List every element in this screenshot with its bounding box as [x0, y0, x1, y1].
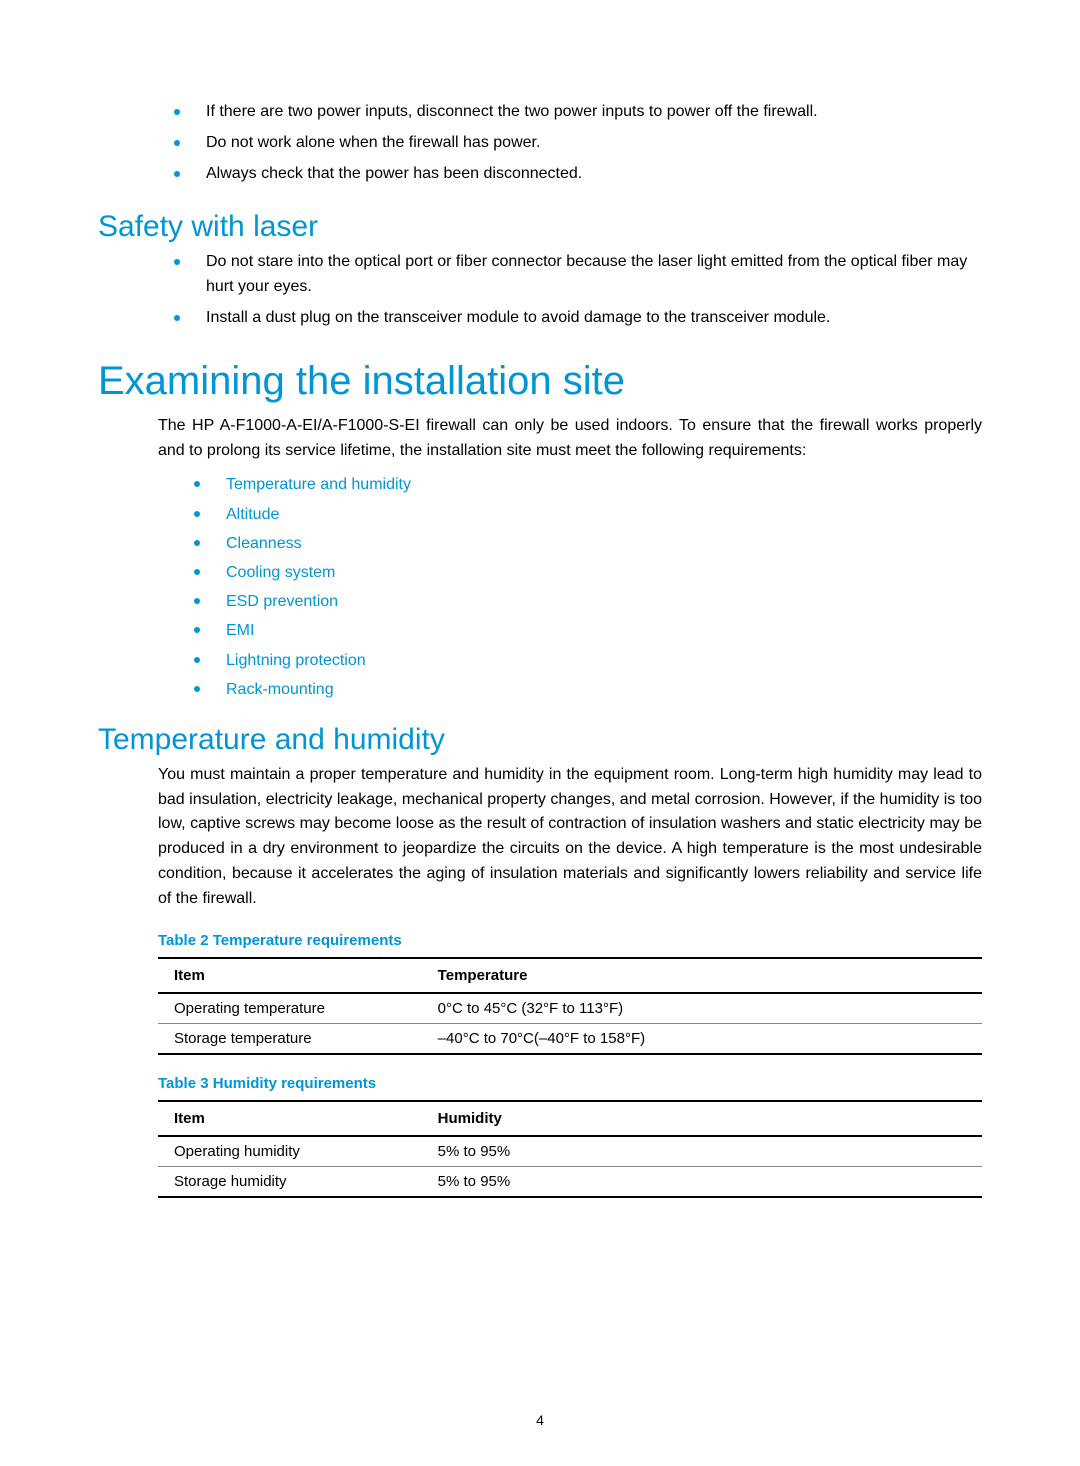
bullet-icon — [174, 140, 180, 146]
bullet-icon — [194, 481, 200, 487]
link-cooling-system[interactable]: Cooling system — [226, 564, 335, 581]
table-row: Storage temperature –40°C to 70°C(–40°F … — [158, 1023, 982, 1054]
table-cell: Storage humidity — [158, 1166, 422, 1197]
table-2-caption: Table 2 Temperature requirements — [98, 932, 982, 949]
list-item: EMI — [98, 617, 982, 644]
list-item: Temperature and humidity — [98, 471, 982, 498]
table-cell: 5% to 95% — [422, 1166, 982, 1197]
link-esd-prevention[interactable]: ESD prevention — [226, 593, 338, 610]
list-text: Always check that the power has been dis… — [206, 165, 582, 182]
list-text: Install a dust plug on the transceiver m… — [206, 309, 830, 326]
table-cell: Storage temperature — [158, 1023, 422, 1054]
table-cell: 0°C to 45°C (32°F to 113°F) — [422, 993, 982, 1024]
safety-with-laser-heading: Safety with laser — [98, 210, 982, 244]
bullet-icon — [194, 511, 200, 517]
table-row: Operating temperature 0°C to 45°C (32°F … — [158, 993, 982, 1024]
table-header: Item — [158, 958, 422, 993]
table-3-caption: Table 3 Humidity requirements — [98, 1075, 982, 1092]
link-temperature-humidity[interactable]: Temperature and humidity — [226, 476, 411, 493]
bullet-icon — [194, 540, 200, 546]
link-cleanness[interactable]: Cleanness — [226, 535, 302, 552]
list-item: Install a dust plug on the transceiver m… — [98, 306, 982, 331]
table-2-temperature: Item Temperature Operating temperature 0… — [158, 957, 982, 1055]
list-text: Do not work alone when the firewall has … — [206, 134, 540, 151]
list-text: If there are two power inputs, disconnec… — [206, 103, 818, 120]
link-rack-mounting[interactable]: Rack-mounting — [226, 681, 334, 698]
table-cell: 5% to 95% — [422, 1136, 982, 1167]
bullet-icon — [194, 627, 200, 633]
list-item: Altitude — [98, 501, 982, 528]
list-item: Rack-mounting — [98, 676, 982, 703]
bullet-icon — [174, 315, 180, 321]
page-number: 4 — [0, 1412, 1080, 1428]
table-cell: Operating temperature — [158, 993, 422, 1024]
table-3-humidity: Item Humidity Operating humidity 5% to 9… — [158, 1100, 982, 1198]
table-header: Humidity — [422, 1101, 982, 1136]
laser-bullets: Do not stare into the optical port or fi… — [98, 250, 982, 330]
link-lightning-protection[interactable]: Lightning protection — [226, 652, 366, 669]
table-header: Item — [158, 1101, 422, 1136]
bullet-icon — [174, 259, 180, 265]
bullet-icon — [194, 569, 200, 575]
link-altitude[interactable]: Altitude — [226, 506, 279, 523]
list-item: Cleanness — [98, 530, 982, 557]
bullet-icon — [194, 598, 200, 604]
requirement-links: Temperature and humidity Altitude Cleann… — [98, 471, 982, 703]
bullet-icon — [174, 109, 180, 115]
list-item: Lightning protection — [98, 647, 982, 674]
bullet-icon — [194, 686, 200, 692]
list-item: Do not work alone when the firewall has … — [98, 131, 982, 156]
power-bullets: If there are two power inputs, disconnec… — [98, 100, 982, 186]
list-text: Do not stare into the optical port or fi… — [206, 253, 967, 295]
table-cell: Operating humidity — [158, 1136, 422, 1167]
temperature-humidity-heading: Temperature and humidity — [98, 723, 982, 757]
list-item: Cooling system — [98, 559, 982, 586]
table-header: Temperature — [422, 958, 982, 993]
list-item: ESD prevention — [98, 588, 982, 615]
bullet-icon — [194, 657, 200, 663]
bullet-icon — [174, 171, 180, 177]
link-emi[interactable]: EMI — [226, 622, 254, 639]
table-cell: –40°C to 70°C(–40°F to 158°F) — [422, 1023, 982, 1054]
examining-installation-site-heading: Examining the installation site — [98, 359, 982, 404]
list-item: Do not stare into the optical port or fi… — [98, 250, 982, 300]
page: If there are two power inputs, disconnec… — [0, 0, 1080, 1466]
list-item: If there are two power inputs, disconnec… — [98, 100, 982, 125]
exam-intro: The HP A-F1000-A-EI/A-F1000-S-EI firewal… — [98, 414, 982, 464]
list-item: Always check that the power has been dis… — [98, 162, 982, 187]
table-row: Storage humidity 5% to 95% — [158, 1166, 982, 1197]
temp-body: You must maintain a proper temperature a… — [98, 763, 982, 912]
table-row: Operating humidity 5% to 95% — [158, 1136, 982, 1167]
